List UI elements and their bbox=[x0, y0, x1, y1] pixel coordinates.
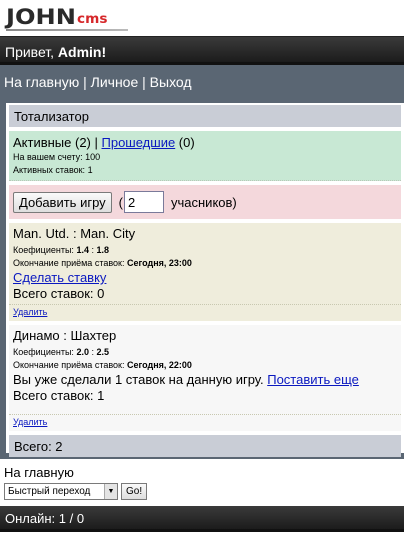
already-bet-text: Вы уже сделали 1 ставок на данную игру. bbox=[13, 372, 268, 387]
logo-main-text: JOHN bbox=[6, 5, 76, 29]
coef-away: 2.5 bbox=[96, 347, 109, 357]
game-card: Динамо : Шахтер Коефициенты: 2.0 : 2.5 О… bbox=[9, 325, 401, 431]
coef-label: Коефициенты: bbox=[13, 245, 77, 255]
active-stakes-value: 1 bbox=[87, 165, 93, 175]
active-stakes-label: Активных ставок: bbox=[13, 165, 88, 175]
active-label: Активные bbox=[13, 135, 72, 150]
past-games-link[interactable]: Прошедшие bbox=[102, 135, 176, 150]
game-deadline: Окончание приёма ставок: Сегодня, 22:00 bbox=[13, 359, 397, 372]
greeting-prefix: Привет, bbox=[5, 44, 58, 60]
add-game-button[interactable]: Добавить игру bbox=[13, 191, 112, 213]
nav-home-link[interactable]: На главную bbox=[4, 74, 79, 90]
participants-open-paren: ( bbox=[118, 194, 123, 210]
top-navigation: На главную | Личное | Выход bbox=[0, 65, 404, 97]
go-button[interactable]: Go! bbox=[121, 483, 148, 500]
deadline-value: Сегодня, 23:00 bbox=[126, 258, 192, 268]
quick-jump-selected: Быстрый переход bbox=[8, 486, 91, 497]
online-counter: Онлайн: 1 / 0 bbox=[5, 511, 85, 526]
deadline-label: Окончание приёма ставок: bbox=[13, 360, 127, 370]
game-title: Man. Utd. : Man. City bbox=[13, 226, 136, 241]
game-title: Динамо : Шахтер bbox=[13, 328, 117, 343]
total-bets: Всего ставок: 1 bbox=[13, 388, 105, 403]
game-deadline: Окончание приёма ставок: Сегодня, 23:00 bbox=[13, 257, 397, 270]
coef-home: 2.0 bbox=[76, 347, 89, 357]
nav-separator: | bbox=[138, 74, 150, 90]
chevron-down-icon: ▼ bbox=[104, 484, 117, 499]
delete-row: Удалить bbox=[9, 304, 401, 321]
place-bet-row: Сделать ставку bbox=[13, 270, 397, 286]
greeting-suffix: ! bbox=[101, 44, 107, 60]
bet-more-link[interactable]: Поставить еще bbox=[267, 372, 359, 387]
coef-away: 1.8 bbox=[96, 245, 109, 255]
nav-separator: | bbox=[79, 74, 91, 90]
site-logo[interactable]: JOHN cms bbox=[6, 5, 108, 29]
active-summary: Активные (2) | Прошедшие (0) На вашем сч… bbox=[9, 131, 401, 181]
nav-personal-link[interactable]: Личное bbox=[91, 74, 139, 90]
bottom-home-link[interactable]: На главную bbox=[4, 465, 404, 480]
delete-game-link[interactable]: Удалить bbox=[13, 417, 47, 427]
logo-bar: JOHN cms bbox=[0, 0, 404, 36]
page-title: Тотализатор bbox=[9, 105, 401, 127]
active-tabs: Активные (2) | Прошедшие (0) bbox=[13, 134, 397, 151]
active-stakes-line: Активных ставок: 1 bbox=[13, 164, 397, 177]
deadline-value: Сегодня, 22:00 bbox=[126, 360, 192, 370]
active-count: (2) | bbox=[71, 135, 102, 150]
greeting-bar: Привет, Admin! bbox=[0, 36, 404, 65]
balance-label: На вашем счету: bbox=[13, 152, 86, 162]
footer-bar: Онлайн: 1 / 0 bbox=[0, 506, 404, 532]
balance-value: 100 bbox=[85, 152, 101, 162]
already-bet-row: Вы уже сделали 1 ставок на данную игру. … bbox=[13, 372, 397, 388]
delete-row: Удалить bbox=[9, 414, 401, 431]
coef-label: Коефициенты: bbox=[13, 347, 77, 357]
quick-jump-select[interactable]: Быстрый переход ▼ bbox=[4, 483, 118, 500]
coef-home: 1.4 bbox=[76, 245, 89, 255]
content-wrapper: Тотализатор Активные (2) | Прошедшие (0)… bbox=[0, 97, 404, 459]
participants-input[interactable]: 2 bbox=[124, 191, 164, 213]
game-coefficients: Коефициенты: 1.4 : 1.8 bbox=[13, 244, 397, 257]
past-count: (0) bbox=[175, 135, 195, 150]
totalizator-panel: Тотализатор Активные (2) | Прошедшие (0)… bbox=[6, 103, 404, 457]
logo-sub-text: cms bbox=[76, 12, 108, 27]
place-bet-link[interactable]: Сделать ставку bbox=[13, 270, 106, 285]
balance-line: На вашем счету: 100 bbox=[13, 151, 397, 164]
game-coefficients: Коефициенты: 2.0 : 2.5 bbox=[13, 346, 397, 359]
games-total: Всего: 2 bbox=[9, 435, 401, 457]
nav-logout-link[interactable]: Выход bbox=[150, 74, 192, 90]
bottom-navigation: На главную Быстрый переход ▼ Go! bbox=[0, 465, 404, 500]
participants-label: учасников) bbox=[171, 194, 237, 210]
greeting-username: Admin bbox=[57, 44, 102, 60]
game-card: Man. Utd. : Man. City Коефициенты: 1.4 :… bbox=[9, 223, 401, 321]
add-game-form: Добавить игру ( 2 учасников) bbox=[9, 185, 401, 219]
quick-jump-row: Быстрый переход ▼ Go! bbox=[4, 483, 404, 500]
logo-underline bbox=[6, 29, 128, 31]
deadline-label: Окончание приёма ставок: bbox=[13, 258, 127, 268]
delete-game-link[interactable]: Удалить bbox=[13, 307, 47, 317]
total-bets: Всего ставок: 0 bbox=[13, 286, 105, 301]
